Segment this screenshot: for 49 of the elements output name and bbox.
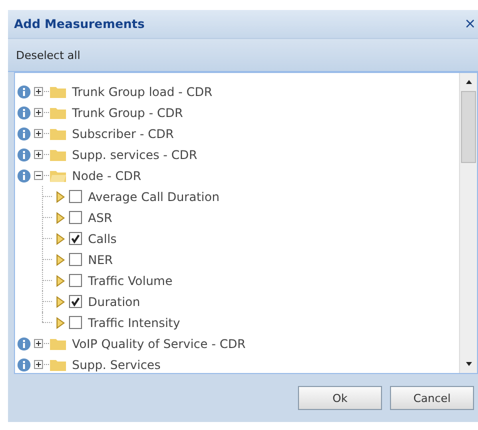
play-icon <box>56 232 65 244</box>
tree-item[interactable]: Duration <box>88 294 140 308</box>
cancel-button[interactable]: Cancel <box>390 386 474 410</box>
tree-item[interactable]: Trunk Group load - CDR <box>72 84 212 98</box>
tree-item[interactable]: Supp. Services <box>72 358 161 372</box>
folder-icon <box>50 358 66 371</box>
expand-icon[interactable] <box>34 360 43 369</box>
tree-item[interactable]: Subscriber - CDR <box>72 126 174 140</box>
play-icon <box>56 212 65 224</box>
folder-icon <box>50 106 66 119</box>
expand-icon[interactable] <box>34 339 43 348</box>
folder-icon <box>50 148 66 161</box>
window-title: Add Measurements <box>14 17 145 31</box>
folder-icon <box>50 127 66 140</box>
play-icon <box>56 254 65 266</box>
checkbox[interactable] <box>69 295 82 308</box>
checkbox[interactable] <box>69 190 82 203</box>
close-button[interactable]: × <box>460 16 478 32</box>
checkbox[interactable] <box>69 316 82 329</box>
tree-item[interactable]: Calls <box>88 232 117 246</box>
expand-icon[interactable] <box>34 87 43 96</box>
collapse-icon[interactable] <box>34 171 43 180</box>
checkbox[interactable] <box>69 232 82 245</box>
checkbox[interactable] <box>69 274 82 287</box>
tree-item[interactable]: NER <box>88 252 113 266</box>
scrollbar-thumb[interactable] <box>461 91 476 163</box>
folder-icon <box>50 85 66 98</box>
tree-item[interactable]: ASR <box>88 210 112 224</box>
scrollbar[interactable] <box>459 73 477 373</box>
folder-icon <box>50 337 66 350</box>
tree-item[interactable]: Traffic Intensity <box>88 316 180 330</box>
tree-item[interactable]: Supp. services - CDR <box>72 148 198 162</box>
deselect-all-button[interactable]: Deselect all <box>12 46 84 64</box>
expand-icon[interactable] <box>34 129 43 138</box>
open-folder-icon <box>50 169 66 182</box>
tree-item[interactable]: Average Call Duration <box>88 190 220 204</box>
checkbox[interactable] <box>69 211 82 224</box>
tree-item[interactable]: Trunk Group - CDR <box>72 106 183 120</box>
tree-item[interactable]: Node - CDR <box>72 168 142 182</box>
play-icon <box>56 316 65 328</box>
play-icon <box>56 274 65 286</box>
ok-button[interactable]: Ok <box>298 386 382 410</box>
play-icon <box>56 296 65 308</box>
tree-item[interactable]: VoIP Quality of Service - CDR <box>72 336 246 350</box>
checkbox[interactable] <box>69 253 82 266</box>
expand-icon[interactable] <box>34 150 43 159</box>
tree-item[interactable]: Traffic Volume <box>88 274 172 288</box>
play-icon <box>56 190 65 202</box>
expand-icon[interactable] <box>34 108 43 117</box>
